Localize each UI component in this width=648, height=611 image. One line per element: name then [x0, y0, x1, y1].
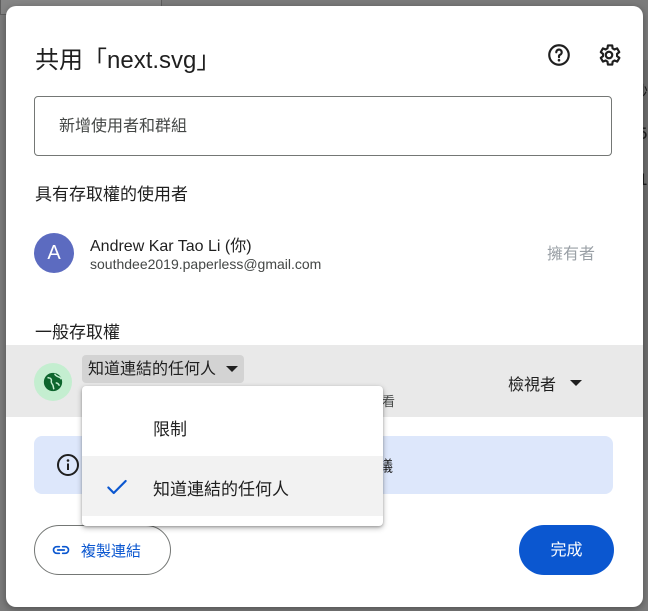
menu-item-label: 限制	[153, 420, 187, 440]
caret-down-icon	[570, 380, 583, 386]
user-name: Andrew Kar Tao Li (你)	[90, 238, 252, 255]
general-access-selected: 知道連結的任何人	[88, 359, 217, 378]
info-icon	[56, 453, 80, 481]
add-people-input[interactable]: 新增使用者和群組	[34, 96, 612, 156]
done-button[interactable]: 完成	[519, 525, 614, 575]
menu-item-restricted[interactable]: 限制	[82, 396, 383, 456]
user-email: southdee2019.paperless@gmail.com	[90, 256, 322, 272]
general-access-menu: 限制 知道連結的任何人	[82, 386, 383, 526]
link-icon	[52, 545, 70, 555]
help-circle-icon[interactable]	[546, 42, 572, 68]
general-access-description: 看	[382, 395, 396, 410]
checkmark-icon	[107, 479, 127, 495]
copy-link-button[interactable]: 複製連結	[34, 525, 171, 575]
gear-icon[interactable]	[596, 42, 622, 68]
caret-down-icon	[226, 366, 239, 372]
owner-role-label: 擁有者	[547, 244, 596, 263]
menu-item-anyone-with-link[interactable]: 知道連結的任何人	[82, 456, 383, 516]
globe-icon	[34, 363, 72, 401]
role-select[interactable]: 檢視者	[508, 371, 583, 395]
avatar: A	[34, 233, 74, 273]
menu-item-label: 知道連結的任何人	[153, 480, 289, 500]
general-access-heading: 一般存取權	[35, 323, 120, 343]
copy-link-label: 複製連結	[81, 541, 142, 560]
dialog-title: 共用「next.svg」	[35, 47, 221, 74]
role-select-value: 檢視者	[508, 375, 557, 394]
general-access-select[interactable]: 知道連結的任何人	[82, 355, 245, 383]
access-heading: 具有存取權的使用者	[35, 185, 188, 205]
